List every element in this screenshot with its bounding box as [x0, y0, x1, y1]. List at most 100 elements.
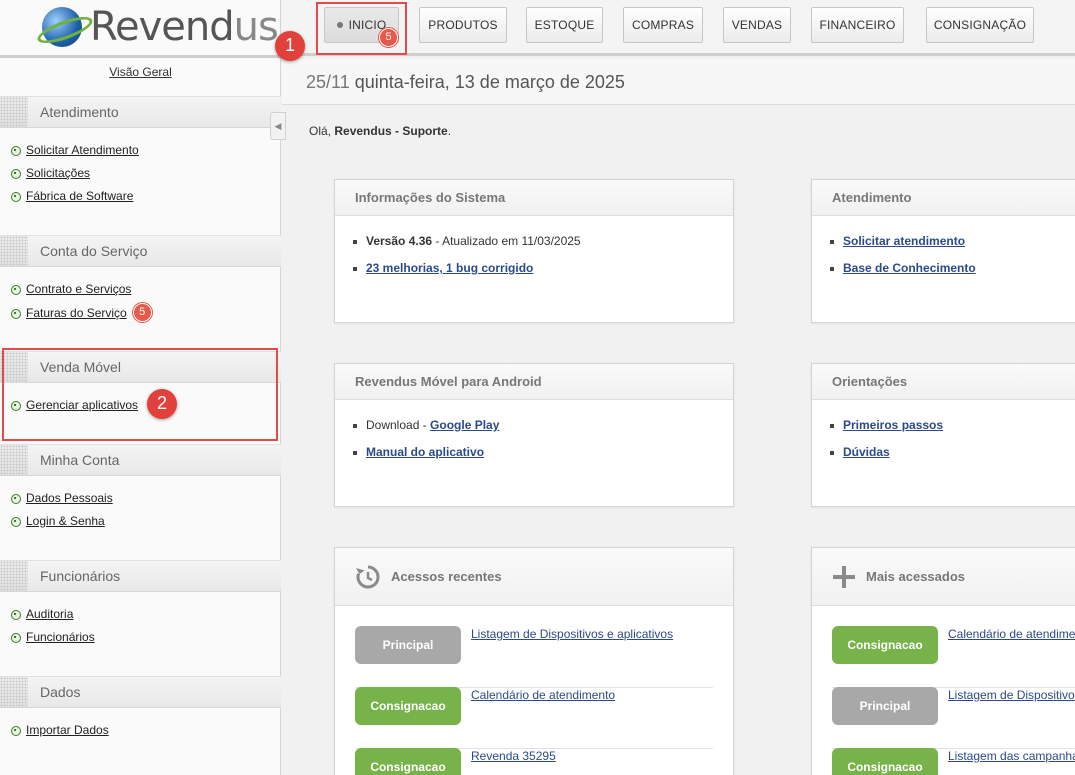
sidebar-item-fabrica-software[interactable]: Fábrica de Software [10, 189, 133, 203]
panel-title: Orientações [812, 364, 1075, 400]
section-title: Minha Conta [40, 452, 120, 468]
tab-consignacao[interactable]: CONSIGNAÇÃO [926, 7, 1034, 43]
bullet-icon [10, 725, 21, 736]
sidebar-item-solicitacoes[interactable]: Solicitações [10, 166, 90, 180]
overview-link[interactable]: Visão Geral [0, 65, 281, 79]
panel-title: Atendimento [812, 180, 1075, 216]
sidebar-item-login-senha[interactable]: Login & Senha [10, 514, 105, 528]
bullet-icon [10, 493, 21, 504]
highlight-box-venda-movel [2, 348, 278, 441]
panel-system-info: Informações do Sistema Versão 4.36 - Atu… [334, 179, 734, 323]
bullet-icon [10, 168, 21, 179]
sidebar-item-auditoria[interactable]: Auditoria [10, 607, 73, 621]
list-item: Base de Conhecimento [830, 255, 1075, 282]
history-icon [356, 565, 380, 588]
tab-financeiro[interactable]: FINANCEIRO [811, 7, 904, 43]
google-play-link[interactable]: Google Play [430, 418, 499, 432]
recent-link[interactable]: Listagem de Dispositivos e aplicativos [471, 627, 673, 641]
module-tag: Principal [832, 687, 938, 725]
module-tag: Consignacao [832, 626, 938, 664]
list-item: Consignacao Calendário de atendime [832, 626, 1075, 688]
sidebar-item-contrato-servicos[interactable]: Contrato e Serviços [10, 282, 131, 296]
grip-icon [0, 445, 28, 475]
invoice-count-badge: 5 [132, 303, 152, 322]
module-tag: Consignacao [355, 687, 461, 725]
version-info: Versão 4.36 - Atualizado em 11/03/2025 [353, 228, 733, 255]
list-item: Solicitar atendimento [830, 228, 1075, 255]
list-item: 23 melhorias, 1 bug corrigido [353, 255, 733, 282]
tab-produtos[interactable]: PRODUTOS [419, 7, 507, 43]
globe-logo-icon [42, 7, 82, 47]
sidebar-item-importar-dados[interactable]: Importar Dados [10, 723, 109, 737]
panel-guidance: Orientações Primeiros passos Dúvidas [811, 363, 1075, 507]
request-support-link[interactable]: Solicitar atendimento [843, 234, 965, 248]
grip-icon [0, 561, 28, 591]
list-item: Consignacao Calendário de atendimento [355, 687, 713, 749]
brand-wordmark: Revendus [90, 4, 279, 50]
bullet-icon [10, 284, 21, 295]
first-steps-link[interactable]: Primeiros passos [843, 418, 943, 432]
bullet-icon [10, 609, 21, 620]
faq-link[interactable]: Dúvidas [843, 445, 890, 459]
section-title: Conta do Serviço [40, 243, 148, 259]
grip-icon [0, 97, 28, 127]
grip-icon [0, 677, 28, 707]
download-info: Download - Google Play [353, 412, 733, 439]
panel-header: Acessos recentes [335, 548, 733, 606]
section-title: Dados [40, 684, 81, 700]
recent-link[interactable]: Calendário de atendimento [471, 688, 615, 702]
changes-link[interactable]: 23 melhorias, 1 bug corrigido [366, 261, 533, 275]
list-item: Dúvidas [830, 439, 1075, 466]
section-header-atendimento: Atendimento [0, 96, 281, 128]
recent-link[interactable]: Revenda 35295 [471, 749, 556, 763]
section-header-minha-conta: Minha Conta [0, 444, 281, 476]
section-header-dados: Dados [0, 676, 281, 708]
list-item: Consignacao Listagem das campanha [832, 748, 1075, 775]
greeting-text: Olá, Revendus - Suporte. [309, 124, 452, 138]
sidebar-item-solicitar-atendimento[interactable]: Solicitar Atendimento [10, 143, 139, 157]
panel-android-app: Revendus Móvel para Android Download - G… [334, 363, 734, 507]
section-title: Atendimento [40, 104, 119, 120]
section-title: Funcionários [40, 568, 121, 584]
list-item: Principal Listagem de Dispositivos e apli… [355, 626, 713, 688]
bullet-icon [10, 308, 21, 319]
bullet-icon [10, 145, 21, 156]
bullet-icon [10, 191, 21, 202]
section-header-conta-servico: Conta do Serviço [0, 235, 281, 267]
app-manual-link[interactable]: Manual do aplicativo [366, 445, 484, 459]
module-tag: Consignacao [355, 748, 461, 775]
list-item: Consignacao Revenda 35295 [355, 748, 713, 775]
highlight-box-inicio [316, 2, 407, 55]
sidebar-item-dados-pessoais[interactable]: Dados Pessoais [10, 491, 113, 505]
sidebar-collapse-chevron-icon[interactable]: ◀ [270, 112, 286, 140]
sidebar-divider [0, 55, 281, 58]
panel-title: Acessos recentes [391, 569, 502, 584]
list-item: Primeiros passos [830, 412, 1075, 439]
sidebar-item-funcionarios[interactable]: Funcionários [10, 630, 95, 644]
knowledge-base-link[interactable]: Base de Conhecimento [843, 261, 976, 275]
step-marker-2: 2 [147, 389, 177, 419]
sidebar-item-faturas-servico[interactable]: Faturas do Serviço 5 [10, 303, 152, 322]
module-tag: Consignacao [832, 748, 938, 775]
tab-vendas[interactable]: VENDAS [723, 7, 791, 43]
panel-title: Mais acessados [866, 569, 966, 584]
bullet-icon [10, 516, 21, 527]
most-accessed-link[interactable]: Calendário de atendime [948, 627, 1075, 641]
most-accessed-link[interactable]: Listagem das campanha [948, 749, 1075, 763]
current-date: quinta-feira, 13 de março de 2025 [354, 72, 625, 92]
panel-header: Mais acessados [812, 548, 1075, 606]
revendus-logo[interactable]: Revendus [42, 4, 279, 50]
bullet-icon [10, 632, 21, 643]
panel-recent-access: Acessos recentes Principal Listagem de Di… [334, 547, 734, 775]
most-accessed-link[interactable]: Listagem de Dispositivo [948, 688, 1075, 702]
tab-estoque[interactable]: ESTOQUE [526, 7, 603, 43]
tab-compras[interactable]: COMPRAS [623, 7, 703, 43]
module-tag: Principal [355, 626, 461, 664]
day-counter: 25/11 [306, 72, 350, 92]
panel-support: Atendimento Solicitar atendimento Base d… [811, 179, 1075, 323]
list-item: Principal Listagem de Dispositivo [832, 687, 1075, 749]
panel-title: Informações do Sistema [335, 180, 733, 216]
list-item: Manual do aplicativo [353, 439, 733, 466]
panel-most-accessed: Mais acessados Consignacao Calendário de … [811, 547, 1075, 775]
page-title: 25/11 quinta-feira, 13 de março de 2025 [306, 72, 625, 93]
